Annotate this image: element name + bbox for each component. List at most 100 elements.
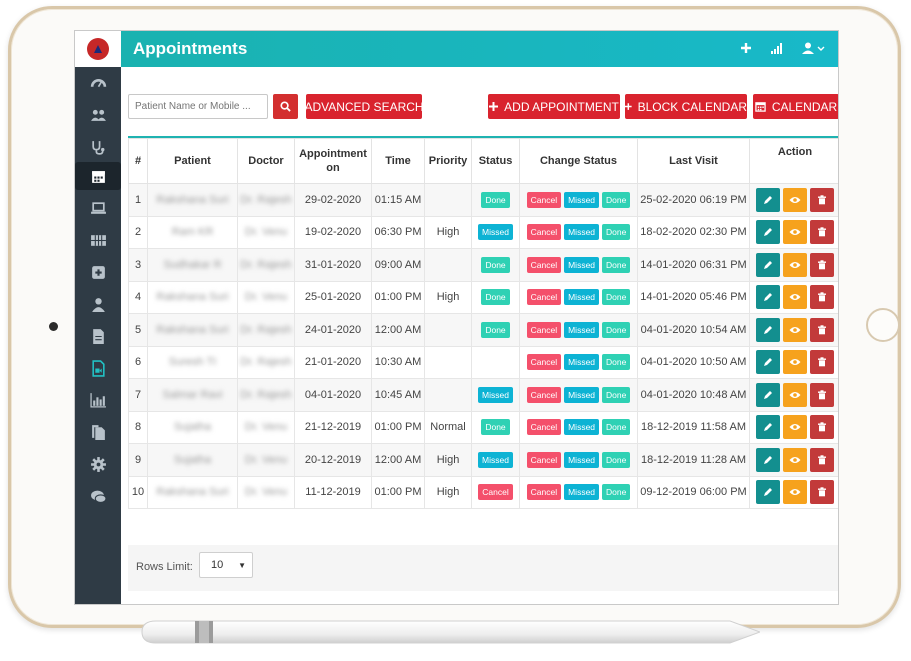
missed-status-button[interactable]: Missed [564, 354, 600, 371]
patient-name[interactable]: Sudhakar R [163, 259, 221, 271]
col-header[interactable]: Appointment on [294, 138, 372, 184]
done-status-button[interactable]: Done [602, 321, 631, 338]
files-icon[interactable] [83, 418, 113, 446]
block-calendar-button[interactable]: BLOCK CALENDAR [625, 94, 747, 119]
patient-name[interactable]: Rakshana Suri [156, 486, 228, 498]
view-button[interactable] [783, 285, 807, 310]
done-status-button[interactable]: Done [602, 256, 631, 273]
done-status-button[interactable]: Done [602, 191, 631, 208]
cancel-status-button[interactable]: Cancel [526, 289, 562, 306]
cancel-status-button[interactable]: Cancel [526, 419, 562, 436]
delete-button[interactable] [810, 252, 834, 277]
view-button[interactable] [783, 187, 807, 212]
view-button[interactable] [783, 480, 807, 505]
laptop-icon[interactable] [83, 194, 113, 222]
cancel-status-button[interactable]: Cancel [526, 484, 562, 501]
edit-button[interactable] [756, 252, 780, 277]
delete-button[interactable] [810, 220, 834, 245]
done-status-button[interactable]: Done [602, 224, 631, 241]
delete-button[interactable] [810, 187, 834, 212]
view-button[interactable] [783, 447, 807, 472]
edit-button[interactable] [756, 285, 780, 310]
delete-button[interactable] [810, 447, 834, 472]
delete-button[interactable] [810, 415, 834, 440]
bar-chart-icon[interactable] [83, 386, 113, 414]
rows-limit-select[interactable]: 10 ▼ [199, 552, 253, 578]
patient-name[interactable]: Rakshana Suri [156, 291, 228, 303]
missed-status-button[interactable]: Missed [564, 289, 600, 306]
missed-status-button[interactable]: Missed [564, 451, 600, 468]
col-header[interactable]: Status [471, 138, 520, 184]
edit-button[interactable] [756, 350, 780, 375]
view-button[interactable] [783, 350, 807, 375]
file-icon[interactable] [83, 322, 113, 350]
missed-status-button[interactable]: Missed [564, 321, 600, 338]
cancel-status-button[interactable]: Cancel [526, 191, 562, 208]
done-status-button[interactable]: Done [602, 484, 631, 501]
plus-square-icon[interactable] [83, 258, 113, 286]
cancel-status-button[interactable]: Cancel [526, 451, 562, 468]
add-icon[interactable] [740, 41, 752, 59]
patient-name[interactable]: Sujatha [174, 421, 211, 433]
advanced-search-button[interactable]: ADVANCED SEARCH [304, 94, 424, 119]
patient-name[interactable]: Rakshana Suri [156, 194, 228, 206]
user-menu-icon[interactable] [802, 41, 826, 59]
grid-icon[interactable] [83, 226, 113, 254]
stethoscope-icon[interactable] [83, 133, 113, 161]
missed-status-button[interactable]: Missed [564, 224, 600, 241]
view-button[interactable] [783, 220, 807, 245]
done-status-button[interactable]: Done [602, 354, 631, 371]
cancel-status-button[interactable]: Cancel [526, 224, 562, 241]
col-header[interactable]: Patient [147, 138, 238, 184]
edit-button[interactable] [756, 220, 780, 245]
edit-button[interactable] [756, 317, 780, 342]
patient-name[interactable]: Sujatha [174, 454, 211, 466]
edit-button[interactable] [756, 415, 780, 440]
users-icon[interactable] [83, 101, 113, 129]
edit-button[interactable] [756, 447, 780, 472]
done-status-button[interactable]: Done [602, 451, 631, 468]
delete-button[interactable] [810, 350, 834, 375]
missed-status-button[interactable]: Missed [564, 386, 600, 403]
cancel-status-button[interactable]: Cancel [526, 354, 562, 371]
user-icon[interactable] [83, 290, 113, 318]
done-status-button[interactable]: Done [602, 289, 631, 306]
missed-status-button[interactable]: Missed [564, 484, 600, 501]
missed-status-button[interactable]: Missed [564, 191, 600, 208]
patient-name[interactable]: Salmar Ravi [163, 389, 223, 401]
patient-name[interactable]: Ram KR [172, 226, 214, 238]
add-appointment-button[interactable]: ADD APPOINTMENT [488, 94, 620, 119]
view-button[interactable] [783, 415, 807, 440]
calendar-icon[interactable] [75, 162, 121, 190]
dashboard-icon[interactable] [83, 69, 113, 97]
edit-button[interactable] [756, 382, 780, 407]
view-button[interactable] [783, 252, 807, 277]
calendar-button[interactable]: CALENDAR [753, 94, 838, 119]
edit-button[interactable] [756, 480, 780, 505]
chat-icon[interactable] [83, 482, 113, 510]
done-status-button[interactable]: Done [602, 419, 631, 436]
col-header[interactable]: Doctor [237, 138, 295, 184]
missed-status-button[interactable]: Missed [564, 256, 600, 273]
done-status-button[interactable]: Done [602, 386, 631, 403]
missed-status-button[interactable]: Missed [564, 419, 600, 436]
search-input[interactable] [128, 94, 268, 119]
col-header[interactable]: Priority [424, 138, 472, 184]
delete-button[interactable] [810, 480, 834, 505]
view-button[interactable] [783, 317, 807, 342]
col-header[interactable]: Time [371, 138, 425, 184]
cancel-status-button[interactable]: Cancel [526, 321, 562, 338]
col-header[interactable]: Last Visit [637, 138, 750, 184]
view-button[interactable] [783, 382, 807, 407]
patient-name[interactable]: Rakshana Suri [156, 324, 228, 336]
signal-icon[interactable] [770, 41, 784, 59]
edit-button[interactable] [756, 187, 780, 212]
cancel-status-button[interactable]: Cancel [526, 256, 562, 273]
cancel-status-button[interactable]: Cancel [526, 386, 562, 403]
gear-icon[interactable] [83, 450, 113, 478]
delete-button[interactable] [810, 317, 834, 342]
patient-name[interactable]: Suresh TI [169, 356, 217, 368]
file-video-icon[interactable] [83, 354, 113, 382]
search-button[interactable] [273, 94, 298, 119]
delete-button[interactable] [810, 382, 834, 407]
